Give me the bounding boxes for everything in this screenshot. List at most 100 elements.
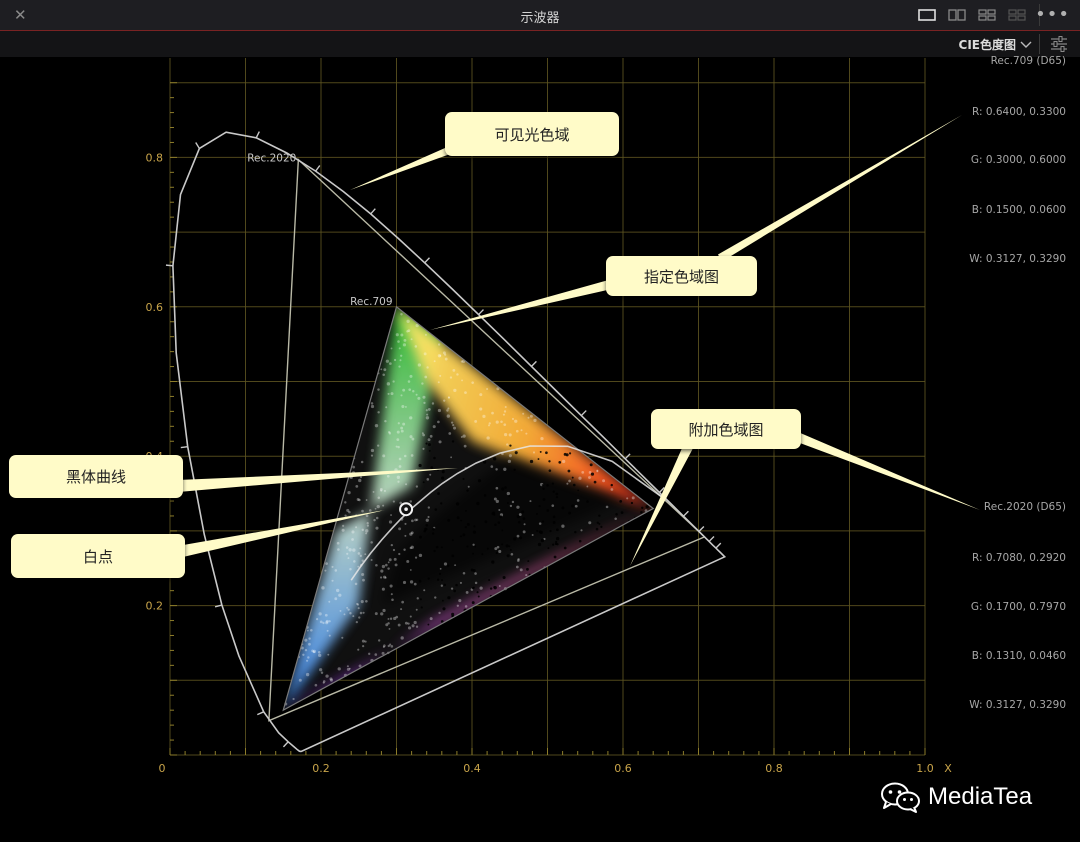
scatter-point <box>514 451 518 455</box>
scatter-point <box>416 597 419 600</box>
scatter-point <box>586 485 589 488</box>
wavelength-tick <box>580 410 587 417</box>
scatter-point <box>552 490 555 493</box>
scatter-point <box>446 414 450 418</box>
scatter-point <box>502 575 506 580</box>
scatter-point <box>504 433 508 437</box>
rec709-info-w: W: 0.3127, 0.3290 <box>969 253 1066 265</box>
scatter-point <box>466 489 469 492</box>
scatter-point <box>479 586 483 590</box>
scatter-point <box>486 436 490 440</box>
scatter-point <box>383 644 386 647</box>
scatter-point <box>571 476 574 479</box>
scatter-point <box>645 505 649 509</box>
pointer-visible-gamut <box>350 144 457 190</box>
y-tick-label: 0.2 <box>146 600 164 613</box>
scatter-point <box>508 454 512 458</box>
scatter-point <box>361 573 365 577</box>
scatter-point <box>506 554 510 558</box>
scatter-point <box>514 419 518 423</box>
scatter-point <box>403 338 407 342</box>
settings-sliders-icon[interactable] <box>1048 34 1070 54</box>
dual-view-icon[interactable] <box>942 0 972 30</box>
scatter-point <box>610 483 613 487</box>
scatter-point <box>404 522 407 525</box>
scatter-point <box>522 412 525 415</box>
scatter-point <box>495 468 498 471</box>
scatter-point <box>382 608 386 613</box>
rec2020-info-b: B: 0.1310, 0.0460 <box>971 650 1066 662</box>
scatter-point <box>417 363 421 367</box>
scatter-point <box>398 465 402 468</box>
scatter-point <box>456 516 460 520</box>
scatter-point <box>357 565 360 568</box>
scatter-point <box>466 545 469 548</box>
more-icon[interactable]: ••• <box>1035 4 1070 25</box>
scatter-point <box>419 598 422 601</box>
wavelength-tick <box>180 446 188 449</box>
scatter-point <box>511 500 515 504</box>
scatter-point <box>529 500 532 503</box>
rec709-info-b: B: 0.1500, 0.0600 <box>971 204 1066 216</box>
x-tick-label: 0 <box>159 762 166 775</box>
scatter-point <box>533 418 537 422</box>
scatter-point <box>596 521 599 524</box>
scatter-point <box>357 552 361 555</box>
scatter-point <box>495 551 498 555</box>
single-view-icon[interactable] <box>912 0 942 30</box>
scatter-point <box>374 612 378 616</box>
scatter-point <box>425 409 428 412</box>
scatter-point <box>501 487 505 491</box>
scatter-point <box>400 608 403 611</box>
wavelength-tick <box>315 165 321 172</box>
scatter-point <box>443 399 446 402</box>
scatter-point <box>538 522 542 525</box>
scatter-point <box>402 343 407 347</box>
scatter-point <box>446 409 449 412</box>
scatter-point <box>440 546 443 549</box>
scatter-point <box>450 587 454 590</box>
scatter-point <box>414 556 418 559</box>
scatter-point <box>494 547 498 551</box>
scatter-point <box>353 560 356 563</box>
scatter-point <box>352 465 356 469</box>
scatter-point <box>390 514 392 516</box>
scatter-point <box>388 432 392 435</box>
scope-type-dropdown[interactable]: CIE色度图 <box>959 36 1032 53</box>
scatter-point <box>459 535 463 538</box>
scatter-point <box>362 611 365 614</box>
quad-view-icon[interactable] <box>972 0 1002 30</box>
scatter-point <box>578 539 582 543</box>
scatter-point <box>377 388 380 391</box>
scatter-point <box>507 459 511 464</box>
scatter-point <box>460 436 463 438</box>
pointer-additional-gamut-info <box>788 429 980 510</box>
wavelength-tick <box>682 510 689 517</box>
scatter-point <box>358 478 362 483</box>
scatter-point <box>504 486 507 489</box>
scatter-point <box>326 629 329 632</box>
scatter-point <box>546 509 550 512</box>
scatter-point <box>446 564 450 567</box>
scatter-point <box>567 469 571 473</box>
scatter-point <box>406 559 410 563</box>
scatter-point <box>370 402 374 405</box>
scatter-point <box>551 504 555 507</box>
scatter-point <box>501 543 504 546</box>
scatter-point <box>310 628 313 632</box>
scatter-point <box>409 569 412 571</box>
scatter-point <box>437 343 441 346</box>
scatter-point <box>334 569 338 572</box>
scatter-point <box>495 499 499 504</box>
cie-chromaticity-chart[interactable]: 00.20.40.60.81.0X0.20.40.60.8Rec.2020Rec… <box>0 57 1080 842</box>
scatter-point <box>418 463 422 468</box>
scatter-point <box>437 492 440 496</box>
scatter-point <box>561 459 566 464</box>
scatter-point <box>438 611 441 615</box>
quad-view-alt-icon[interactable] <box>1002 0 1032 30</box>
scatter-point <box>483 494 487 497</box>
scatter-point <box>547 547 550 550</box>
scatter-point <box>314 683 318 687</box>
wavelength-tick <box>530 360 537 367</box>
pointer-specified-gamut <box>430 277 622 330</box>
